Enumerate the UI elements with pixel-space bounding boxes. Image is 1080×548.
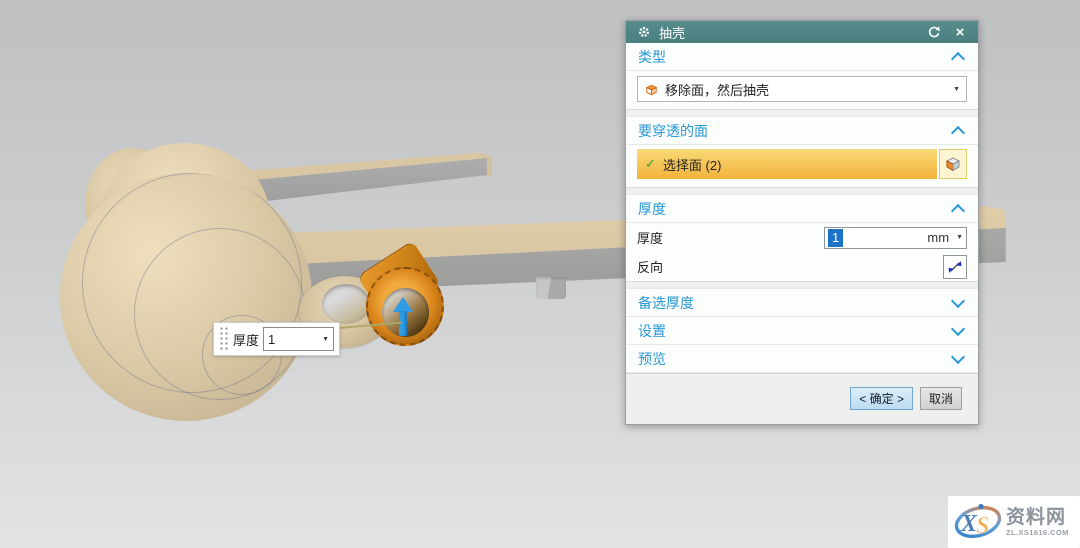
face-cube-icon — [945, 157, 961, 172]
type-dropdown-row: 移除面，然后抽壳 ▼ — [626, 71, 978, 109]
section-header-type[interactable]: 类型 — [626, 43, 978, 71]
thickness-unit[interactable]: mm — [927, 230, 956, 245]
direction-arrow-shaft[interactable] — [399, 311, 407, 336]
watermark-site-name: 资料网 — [1006, 506, 1067, 528]
section-header-settings[interactable]: 设置 — [626, 317, 978, 345]
chevron-down-icon[interactable] — [950, 321, 966, 337]
onscreen-thickness-label: 厚度 — [233, 332, 260, 348]
dialog-title: 抽壳 — [659, 25, 686, 41]
section-header-thickness[interactable]: 厚度 — [626, 195, 978, 223]
thickness-value-selected: 1 — [828, 228, 844, 247]
thickness-value-row: 厚度 1 mm ▼ — [626, 223, 978, 252]
watermark-site-url: ZL.XS1616.COM — [1006, 527, 1069, 537]
shell-dialog: 抽壳 × 类型 移除面，然后抽壳 ▼ 要穿透的面 ✓ 选择面 (2) 厚度 厚度… — [625, 20, 979, 425]
section-label-thickness: 厚度 — [638, 200, 666, 217]
section-label-preview: 预览 — [638, 350, 666, 367]
boss-body[interactable] — [60, 173, 312, 421]
section-label-settings: 设置 — [638, 322, 666, 339]
thickness-input[interactable]: 1 mm ▼ — [824, 226, 967, 249]
select-face-field[interactable]: ✓ 选择面 (2) — [637, 149, 937, 179]
chevron-down-icon[interactable]: ▼ — [953, 86, 960, 93]
onscreen-thickness-box: 厚度 1 ▼ — [213, 322, 340, 356]
cad-viewport: 厚度 1 ▼ 抽壳 × 类型 移除面，然后抽壳 ▼ 要穿透的面 ✓ 选择面 (2… — [0, 0, 1080, 548]
dialog-footer: < 确定 > 取消 — [626, 373, 978, 424]
model-peg[interactable] — [536, 277, 566, 299]
close-icon[interactable]: × — [952, 24, 968, 40]
model-spherical-boss[interactable] — [60, 143, 315, 423]
xs-logo-icon: X S — [954, 503, 1002, 539]
watermark: X S 资料网 ZL.XS1616.COM — [948, 496, 1080, 548]
reset-icon[interactable] — [926, 24, 942, 40]
thickness-label: 厚度 — [637, 231, 664, 246]
reverse-direction-row: 反向 — [626, 252, 978, 281]
direction-arrow-icon[interactable] — [393, 297, 413, 312]
onscreen-thickness-value: 1 — [268, 331, 276, 347]
section-header-alt-thickness[interactable]: 备选厚度 — [626, 289, 978, 317]
chevron-down-icon[interactable]: ▼ — [322, 336, 329, 343]
chevron-up-icon[interactable] — [950, 125, 966, 141]
chevron-down-icon[interactable]: ▼ — [956, 234, 963, 241]
section-divider — [626, 187, 978, 195]
dialog-titlebar: 抽壳 × — [626, 21, 978, 43]
ok-button[interactable]: < 确定 > — [850, 387, 913, 410]
chevron-up-icon[interactable] — [950, 203, 966, 219]
section-header-faces[interactable]: 要穿透的面 — [626, 117, 978, 145]
shell-type-dropdown[interactable]: 移除面，然后抽壳 ▼ — [637, 76, 967, 102]
gear-icon — [636, 24, 652, 40]
chevron-down-icon[interactable] — [950, 293, 966, 309]
check-icon: ✓ — [645, 156, 656, 171]
section-divider — [626, 281, 978, 289]
reverse-direction-button[interactable] — [943, 254, 967, 279]
cancel-button[interactable]: 取消 — [919, 387, 962, 410]
section-label-type: 类型 — [638, 48, 666, 65]
section-label-faces: 要穿透的面 — [638, 122, 708, 139]
section-label-alt-thickness: 备选厚度 — [638, 294, 694, 311]
chevron-up-icon[interactable] — [950, 51, 966, 67]
reverse-direction-icon — [948, 260, 962, 273]
face-select-button[interactable] — [939, 149, 967, 179]
drag-handle-icon[interactable] — [219, 326, 229, 352]
remove-face-cube-icon — [645, 84, 658, 95]
select-face-label: 选择面 (2) — [662, 157, 722, 173]
chevron-down-icon[interactable] — [950, 349, 966, 365]
reverse-label: 反向 — [637, 260, 664, 275]
shell-type-value: 移除面，然后抽壳 — [665, 82, 770, 98]
small-cylinder-bore[interactable] — [322, 284, 370, 324]
face-selection-row: ✓ 选择面 (2) — [626, 145, 978, 187]
svg-text:S: S — [976, 513, 989, 539]
onscreen-thickness-input[interactable]: 1 ▼ — [263, 327, 334, 351]
section-header-preview[interactable]: 预览 — [626, 345, 978, 373]
section-divider — [626, 109, 978, 117]
